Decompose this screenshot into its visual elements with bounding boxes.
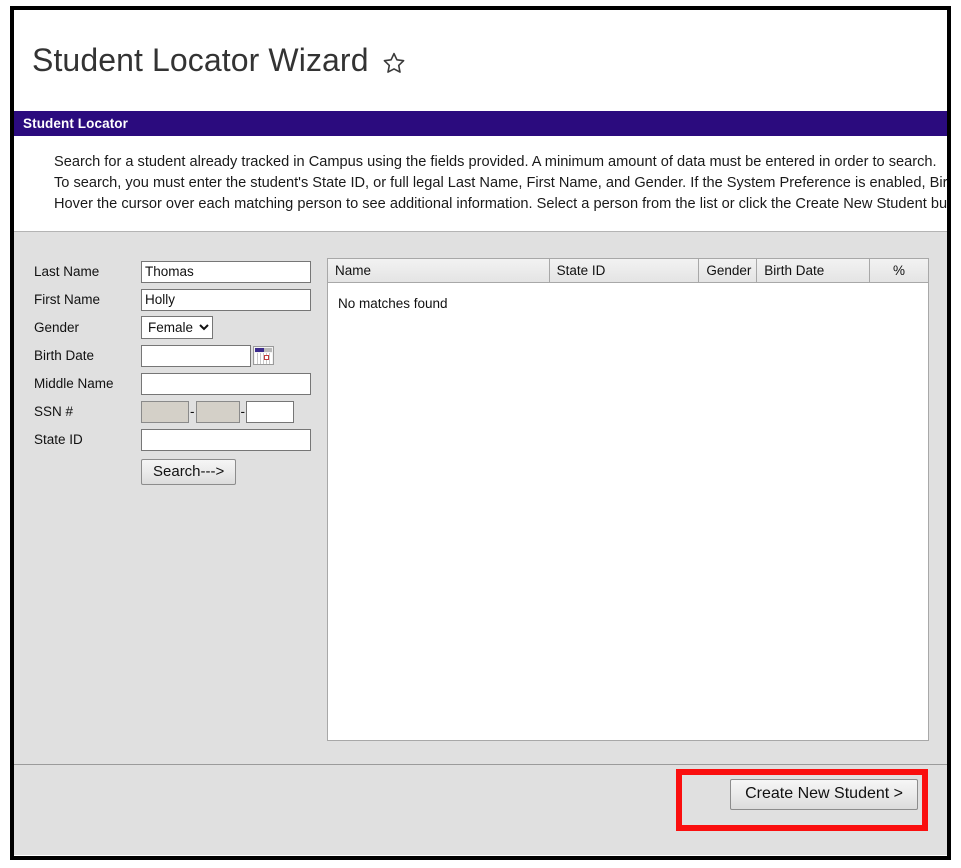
instructions-line-2: To search, you must enter the student's … [54,175,947,191]
gender-select[interactable]: Female [141,316,213,339]
instructions-line-3: Hover the cursor over each matching pers… [54,196,947,212]
column-header-birth-date[interactable]: Birth Date [757,259,871,282]
application-window: Student Locator Wizard Student Locator S… [10,6,951,860]
column-header-state-id[interactable]: State ID [549,259,700,282]
search-button-row: Search---> [34,459,312,485]
field-row-gender: Gender Female [34,314,312,341]
ssn-part2-input[interactable] [195,400,240,423]
results-table-body: No matches found [328,283,928,313]
first-name-input[interactable] [141,288,311,311]
field-row-middle-name: Middle Name [34,370,312,397]
calendar-icon-header-right [264,348,272,352]
ssn-part3-input[interactable] [246,400,294,423]
birth-date-input[interactable] [141,344,251,367]
page-title-bar: Student Locator Wizard [14,10,947,111]
column-header-gender[interactable]: Gender [699,259,758,282]
column-header-name[interactable]: Name [328,259,550,282]
calendar-icon[interactable] [253,346,274,365]
ssn-label: SSN # [34,404,74,419]
state-id-label: State ID [34,432,83,447]
search-body: Last Name First Name Gender Female Birth… [14,231,947,764]
calendar-icon-header-left [255,348,264,352]
ssn-part1-input[interactable] [141,400,189,423]
field-row-birth-date: Birth Date [34,342,312,369]
section-header: Student Locator [14,111,947,136]
middle-name-label: Middle Name [34,376,114,391]
instructions-block: Search for a student already tracked in … [14,136,947,231]
create-new-student-button-wrap: Create New Student > [730,779,918,810]
gender-label: Gender [34,320,80,335]
results-table-header: Name State ID Gender Birth Date % [328,259,928,283]
footer-bar: Create New Student > [14,764,947,855]
birth-date-label: Birth Date [34,348,95,363]
calendar-icon-selected-day [264,355,269,360]
field-row-last-name: Last Name [34,258,312,285]
instructions-line-1: Search for a student already tracked in … [54,154,937,170]
results-empty-message: No matches found [338,296,448,311]
field-row-state-id: State ID [34,426,312,453]
last-name-label: Last Name [34,264,100,279]
first-name-label: First Name [34,292,101,307]
page-title: Student Locator Wizard [32,42,369,78]
create-new-student-button[interactable]: Create New Student > [730,779,918,810]
star-outline-icon[interactable] [382,51,406,75]
middle-name-input[interactable] [141,372,311,395]
state-id-input[interactable] [141,428,311,451]
search-results-panel: Name State ID Gender Birth Date % No mat… [327,258,929,741]
last-name-input[interactable] [141,260,311,283]
student-search-form: Last Name First Name Gender Female Birth… [34,258,312,485]
section-header-label: Student Locator [23,116,128,131]
field-row-ssn: SSN # - - [34,398,312,425]
column-header-percent[interactable]: % [870,259,928,282]
ssn-group: - - [141,400,294,423]
field-row-first-name: First Name [34,286,312,313]
search-button[interactable]: Search---> [141,459,237,485]
